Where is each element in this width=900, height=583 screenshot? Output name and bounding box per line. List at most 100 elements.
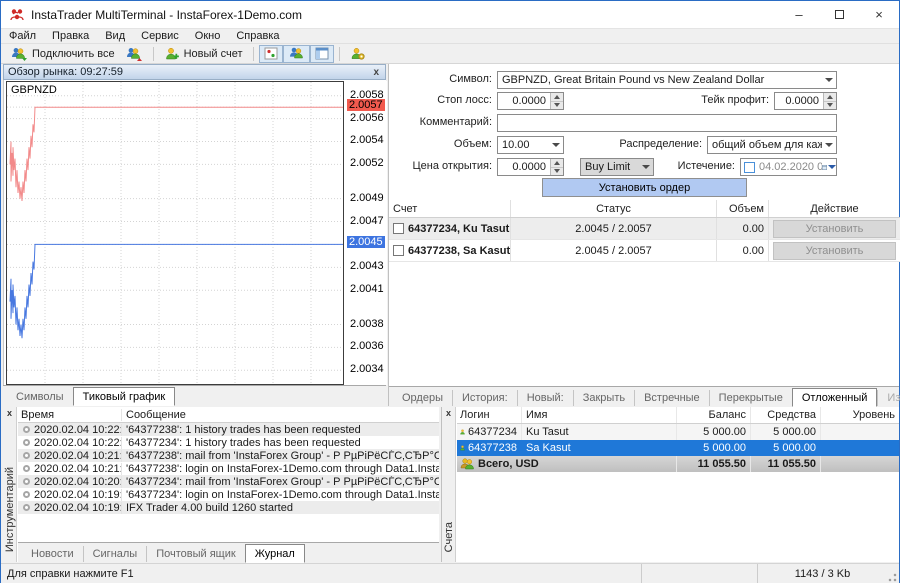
expiration-checkbox[interactable] — [744, 162, 755, 173]
set-order-button[interactable]: Установить — [773, 242, 896, 260]
tab-modify[interactable]: Изменить — [877, 390, 900, 406]
accounts-close-button[interactable]: x — [446, 407, 451, 418]
accounts-toggle[interactable] — [283, 45, 310, 63]
tab-overlapped[interactable]: Перекрытые — [709, 390, 792, 406]
market-watch-caption[interactable]: Обзор рынка: 09:27:59 x — [3, 64, 386, 80]
table-row[interactable]: 64377238, Sa Kasut 2.0045 / 2.0057 0.00 … — [389, 240, 900, 262]
col-time: Время — [18, 409, 121, 421]
expiration-field[interactable]: 04.02.2020 09:37 — [740, 158, 837, 176]
menu-edit[interactable]: Правка — [44, 29, 97, 43]
tab-news[interactable]: Новости — [22, 546, 83, 562]
journal-row[interactable]: 2020.02.04 10:22:2... '64377234': 1 hist… — [18, 436, 439, 449]
accounts-table: Логин Имя Баланс Средства Уровень 643772… — [457, 407, 899, 562]
new-account-button[interactable]: Новый счет — [159, 45, 248, 63]
status-bar: Для справки нажмите F1 1143 / 3 Kb — [1, 563, 899, 583]
account-checkbox[interactable] — [393, 245, 404, 256]
open-price-input[interactable]: 0.0000 — [497, 158, 564, 176]
user-icon — [460, 442, 465, 454]
menu-window[interactable]: Окно — [187, 29, 229, 43]
new-account-label: Новый счет — [184, 48, 243, 60]
gear-icon — [23, 465, 30, 472]
spin-down-button[interactable] — [551, 168, 563, 176]
chevron-down-icon[interactable] — [549, 137, 563, 153]
calendar-icon[interactable] — [822, 159, 836, 175]
journal-row[interactable]: 2020.02.04 10:21:0... '64377238': login … — [18, 462, 439, 475]
close-icon: × — [875, 7, 883, 22]
distribution-select[interactable]: общий объем для каждого ордера — [707, 136, 837, 154]
account-row[interactable]: 64377234 Ku Tasut 5 000.00 5 000.00 — [457, 424, 899, 440]
status-help-text: Для справки нажмите F1 — [1, 568, 641, 580]
chevron-down-icon[interactable] — [822, 137, 836, 153]
tab-new[interactable]: Новый: 2 — [517, 390, 573, 406]
resize-grip[interactable] — [887, 572, 897, 582]
chevron-down-icon[interactable] — [822, 72, 836, 88]
tab-close[interactable]: Закрыть — [573, 390, 634, 406]
connect-all-button[interactable]: Подключить все — [5, 45, 120, 63]
menu-service[interactable]: Сервис — [133, 29, 187, 43]
order-panel: Символ: GBPNZD, Great Britain Pound vs N… — [388, 64, 899, 406]
tab-history[interactable]: История: 2 — [452, 390, 517, 406]
tick-chart-plot[interactable]: GBPNZD — [6, 81, 344, 385]
spin-down-button[interactable] — [551, 102, 563, 110]
tab-journal[interactable]: Журнал — [245, 544, 305, 563]
time-cell: 2020.02.04 10:19:3... — [34, 502, 121, 514]
volume-select[interactable]: 10.00 — [497, 136, 564, 154]
spin-up-button[interactable] — [551, 93, 563, 102]
place-order-button[interactable]: Установить ордер — [542, 178, 747, 197]
journal-row[interactable]: 2020.02.04 10:19:5... '64377234': login … — [18, 488, 439, 501]
col-account: Счет — [389, 200, 510, 217]
tab-pending[interactable]: Отложенный — [792, 388, 878, 407]
order-type-select[interactable]: Buy Limit — [580, 158, 654, 176]
journal-row[interactable]: 2020.02.04 10:22:2... '64377238': 1 hist… — [18, 423, 439, 436]
symbol-label: Символ: — [389, 73, 492, 85]
y-tick-label: 2.0041 — [350, 283, 384, 295]
app-icon — [9, 7, 25, 23]
tab-signals[interactable]: Сигналы — [83, 546, 147, 562]
maximize-icon — [835, 10, 844, 19]
connect-all-label: Подключить все — [32, 48, 115, 60]
journal-row[interactable]: 2020.02.04 10:19:3... IFX Trader 4.00 bu… — [18, 501, 439, 514]
stop-loss-input[interactable]: 0.0000 — [497, 92, 564, 110]
journal-row[interactable]: 2020.02.04 10:21:1... '64377238': mail f… — [18, 449, 439, 462]
chevron-down-icon[interactable] — [639, 159, 653, 175]
accounts-header: Логин Имя Баланс Средства Уровень — [457, 407, 899, 424]
status-traffic: 1143 / 3 Kb — [758, 568, 887, 580]
symbol-select[interactable]: GBPNZD, Great Britain Pound vs New Zeala… — [497, 71, 837, 89]
tab-symbols[interactable]: Символы — [7, 389, 73, 405]
account-settings-button[interactable] — [345, 45, 370, 63]
expiration-label: Истечение: — [665, 160, 735, 172]
tab-orders[interactable]: Ордеры — [393, 390, 452, 406]
disconnect-all-button[interactable] — [120, 45, 148, 63]
market-watch-close-button[interactable]: x — [371, 67, 381, 78]
take-profit-input[interactable]: 0.0000 — [774, 92, 837, 110]
tab-counter[interactable]: Встречные — [634, 390, 709, 406]
tab-mailbox[interactable]: Почтовый ящик — [146, 546, 244, 562]
set-order-button[interactable]: Установить — [773, 220, 896, 238]
tick-chart-area[interactable]: GBPNZD 2.00582.00562.00542.00522.00492.0… — [3, 80, 386, 385]
journal-row[interactable]: 2020.02.04 10:20:0... '64377234': mail f… — [18, 475, 439, 488]
tab-tick-chart[interactable]: Тиковый график — [73, 387, 176, 406]
col-status: Статус — [510, 200, 717, 217]
close-button[interactable]: × — [859, 1, 899, 28]
menu-bar: Файл Правка Вид Сервис Окно Справка — [1, 29, 899, 44]
spin-up-button[interactable] — [824, 93, 836, 102]
y-tick-label: 2.0054 — [350, 134, 384, 146]
menu-help[interactable]: Справка — [228, 29, 287, 43]
distribution-label: Распределение: — [579, 138, 702, 150]
minimize-button[interactable]: – — [779, 1, 819, 28]
table-row[interactable]: 64377234, Ku Tasut 2.0045 / 2.0057 0.00 … — [389, 218, 900, 240]
account-checkbox[interactable] — [393, 223, 404, 234]
spin-down-button[interactable] — [824, 102, 836, 110]
menu-view[interactable]: Вид — [97, 29, 133, 43]
equity-cell: 5 000.00 — [750, 424, 820, 440]
status-separator — [641, 564, 642, 583]
terminal-toggle[interactable] — [310, 45, 334, 63]
market-watch-toggle[interactable] — [259, 45, 283, 63]
maximize-button[interactable] — [819, 1, 859, 28]
time-cell: 2020.02.04 10:19:5... — [34, 489, 121, 501]
journal-close-button[interactable]: x — [7, 407, 12, 418]
spin-up-button[interactable] — [551, 159, 563, 168]
comment-input[interactable] — [497, 114, 837, 132]
menu-file[interactable]: Файл — [1, 29, 44, 43]
account-row-selected[interactable]: 64377238 Sa Kasut 5 000.00 5 000.00 — [457, 440, 899, 456]
